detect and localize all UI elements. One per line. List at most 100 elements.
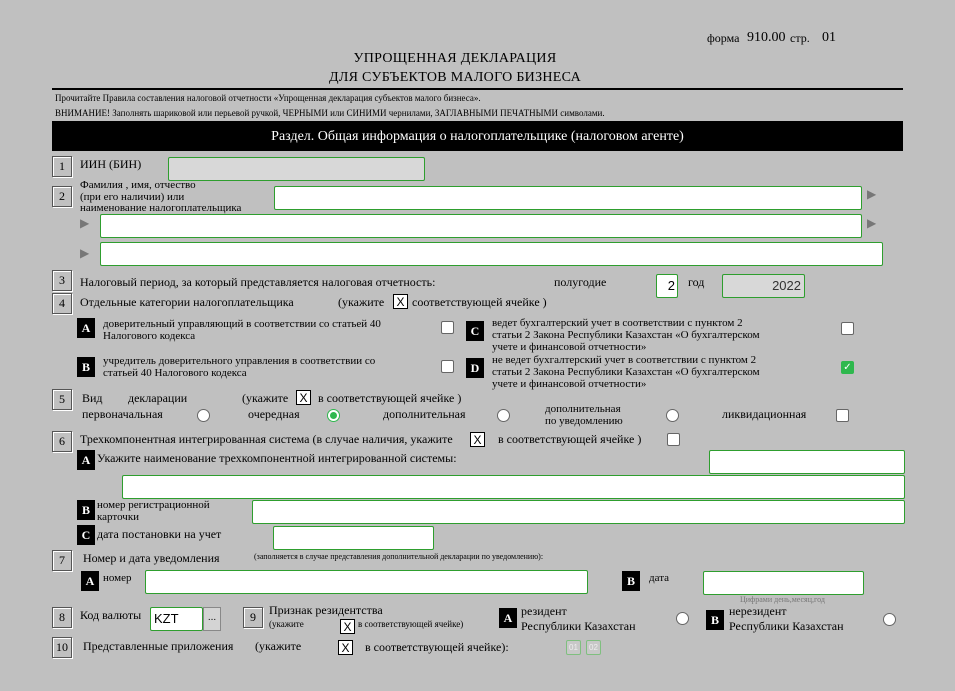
category-b-checkbox[interactable] — [441, 360, 454, 373]
resident-label-1: резидент — [521, 604, 567, 618]
resident-radio[interactable] — [676, 612, 689, 625]
appendix-02-toggle[interactable]: 02 — [586, 640, 601, 655]
arrow-right-icon: ▶ — [80, 216, 90, 230]
system-name-marker: A — [77, 450, 95, 470]
form-label: форма — [707, 31, 740, 45]
name-field-line-1[interactable] — [274, 186, 862, 210]
reg-card-field[interactable] — [252, 500, 905, 524]
residency-hint: (укажите — [269, 619, 304, 629]
notice-date-label: дата — [649, 572, 670, 584]
title-line-2: ДЛЯ СУБЪЕКТОВ МАЛОГО БИЗНЕСА — [328, 70, 582, 85]
system-name-field-1[interactable] — [709, 450, 905, 474]
category-a-text-1: доверительный управляющий в соответствии… — [103, 318, 381, 330]
option-additional-radio[interactable] — [497, 409, 510, 422]
year-label: год — [688, 275, 705, 289]
category-a-text-2: Налогового кодекса — [103, 330, 196, 342]
option-additional-notice-radio[interactable] — [666, 409, 679, 422]
year-field[interactable]: 2022 — [722, 274, 805, 298]
option-initial-radio[interactable] — [197, 409, 210, 422]
registration-date-marker: C — [77, 525, 95, 545]
option-additional-label: дополнительная — [383, 407, 466, 421]
appendices-hint-post: в соответствующей ячейке): — [365, 640, 509, 654]
resident-label-2: Республики Казахстан — [521, 619, 636, 633]
option-initial-label: первоначальная — [82, 407, 163, 421]
declaration-type-hint: (укажите — [242, 391, 289, 405]
row-number-2: 2 — [52, 186, 72, 207]
option-additional-notice-label-1: дополнительная — [545, 403, 621, 415]
page-label: стр. — [790, 31, 810, 45]
nonresident-radio[interactable] — [883, 613, 896, 626]
appendices-label: Представленные приложения — [83, 639, 234, 653]
system-name-label: Укажите наименование трехкомпонентной ин… — [97, 451, 457, 465]
x-sample-box: X — [338, 640, 353, 655]
row-number-6: 6 — [52, 431, 72, 452]
declaration-type-label-a: Вид — [82, 391, 103, 405]
form-number: 910.00 — [747, 30, 786, 45]
notice-note: (заполняется в случае представления допо… — [254, 552, 544, 561]
arrow-right-icon: ▶ — [867, 187, 877, 201]
arrow-right-icon: ▶ — [867, 216, 877, 230]
notice-date-marker: B — [622, 571, 640, 591]
category-d-text-3: учете и финансовой отчетности» — [492, 378, 647, 390]
nonresident-label-1: нерезидент — [729, 604, 787, 618]
row-number-1: 1 — [52, 156, 72, 177]
x-sample-box: X — [296, 390, 311, 405]
warning-note: ВНИМАНИЕ! Заполнять шариковой или перьев… — [55, 108, 605, 118]
category-d-text-1: не ведет бухгалтерский учет в соответств… — [492, 354, 757, 366]
three-component-checkbox[interactable] — [667, 433, 680, 446]
resident-marker: A — [499, 608, 517, 628]
categories-hint-post: соответствующей ячейке ) — [412, 295, 547, 309]
rules-note: Прочитайте Правила составления налоговой… — [55, 93, 481, 103]
notice-number-field[interactable] — [145, 570, 588, 594]
name-field-line-2[interactable] — [100, 214, 862, 238]
currency-picker-button[interactable]: ... — [203, 607, 221, 631]
option-regular-radio[interactable] — [327, 409, 340, 422]
half-year-label: полугодие — [554, 275, 607, 289]
system-name-field-2[interactable] — [122, 475, 905, 499]
category-c-checkbox[interactable] — [841, 322, 854, 335]
currency-field[interactable]: KZT — [150, 607, 203, 631]
notice-date-field[interactable] — [703, 571, 864, 595]
currency-label: Код валюты — [80, 608, 142, 622]
name-label-line-3: наименование налогоплательщика — [80, 202, 242, 214]
page-number: 01 — [822, 30, 836, 45]
three-component-label: Трехкомпонентная интегрированная система… — [80, 432, 453, 446]
nonresident-label-2: Республики Казахстан — [729, 619, 844, 633]
notice-number-marker: A — [81, 571, 99, 591]
nonresident-marker: B — [706, 610, 724, 630]
category-c-text-1: ведет бухгалтерский учет в соответствии … — [492, 317, 743, 329]
residency-label: Признак резидентства — [269, 603, 383, 617]
row-number-5: 5 — [52, 389, 72, 410]
x-sample-box: X — [393, 294, 408, 309]
category-d-checkbox[interactable]: ✓ — [841, 361, 854, 374]
category-d-text-2: статьи 2 Закона Республики Казахстан «О … — [492, 366, 760, 378]
reg-card-label-1: номер регистрационной — [97, 499, 210, 511]
half-year-field[interactable]: 2 — [656, 274, 678, 298]
row-number-7: 7 — [52, 550, 72, 571]
category-b-marker: B — [77, 357, 95, 377]
appendix-01-toggle[interactable]: 01 — [566, 640, 581, 655]
date-format-hint: Цифрами день,месяц,год — [740, 595, 825, 604]
row-number-9: 9 — [243, 607, 263, 628]
section-title: Раздел. Общая информация о налогоплатель… — [52, 124, 903, 151]
iin-field[interactable] — [168, 157, 425, 181]
category-a-checkbox[interactable] — [441, 321, 454, 334]
iin-label: ИИН (БИН) — [80, 157, 142, 171]
row-number-3: 3 — [52, 270, 72, 291]
notice-number-label: номер — [103, 572, 132, 584]
option-additional-notice-label-2: по уведомлению — [545, 415, 623, 427]
residency-hint-post: в соответствующей ячейке) — [358, 619, 464, 629]
category-d-marker: D — [466, 358, 484, 378]
name-label-line-1: Фамилия , имя, отчество — [80, 179, 196, 191]
categories-hint: (укажите — [338, 295, 385, 309]
declaration-type-label-b: декларации — [128, 391, 188, 405]
three-component-hint-post: в соответствующей ячейке ) — [498, 432, 642, 446]
registration-date-field[interactable] — [273, 526, 434, 550]
name-field-line-3[interactable] — [100, 242, 883, 266]
category-b-text-2: статьей 40 Налогового кодекса — [103, 367, 247, 379]
row-number-8: 8 — [52, 607, 72, 628]
reg-card-marker: B — [77, 500, 95, 520]
categories-label: Отдельные категории налогоплательщика — [80, 295, 294, 309]
option-regular-label: очередная — [248, 407, 300, 421]
option-liquidation-checkbox[interactable] — [836, 409, 849, 422]
